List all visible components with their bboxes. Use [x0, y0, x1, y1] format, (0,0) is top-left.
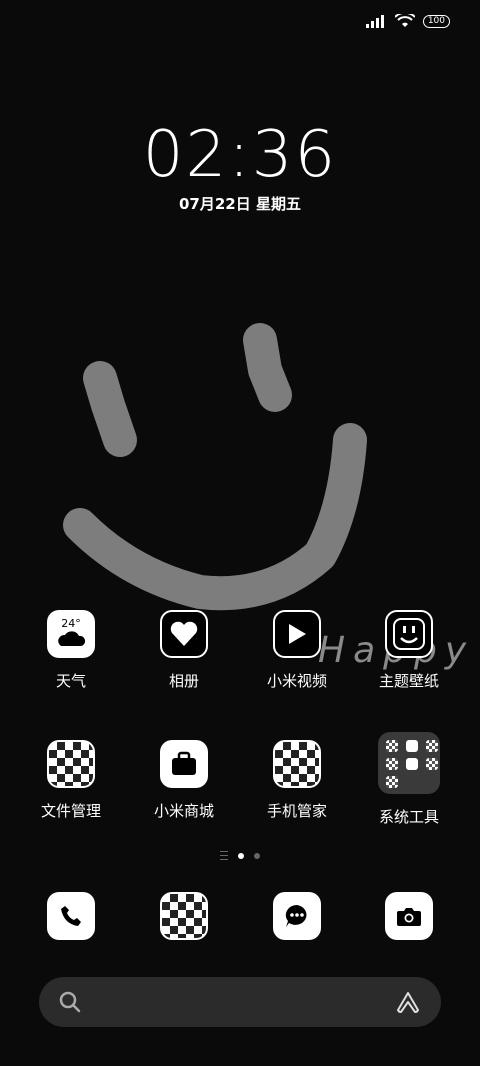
- tools-folder-icon: [378, 732, 440, 794]
- app-security[interactable]: 手机管家: [242, 740, 352, 821]
- camera-icon: [385, 892, 433, 940]
- app-video[interactable]: 小米视频: [242, 610, 352, 691]
- store-icon: [160, 740, 208, 788]
- app-themes[interactable]: 主题壁纸: [354, 610, 464, 691]
- search-bar[interactable]: [39, 977, 441, 1027]
- app-label: 主题壁纸: [378, 672, 439, 690]
- video-icon: [273, 610, 321, 658]
- app-label: 小米视频: [266, 672, 327, 690]
- dock-messages[interactable]: [242, 892, 352, 940]
- page-dot-active[interactable]: [238, 852, 244, 859]
- dock-browser[interactable]: [129, 892, 239, 940]
- app-store[interactable]: 小米商城: [129, 740, 239, 821]
- assistant-icon[interactable]: [395, 990, 421, 1014]
- page-dot[interactable]: [254, 852, 260, 859]
- app-file-manager[interactable]: 文件管理: [16, 740, 126, 821]
- phone-icon: [47, 892, 95, 940]
- app-label: 天气: [55, 672, 86, 690]
- dock-phone[interactable]: [16, 892, 126, 940]
- app-label: 相册: [168, 672, 199, 690]
- app-label: 系统工具: [378, 808, 439, 826]
- security-icon: [273, 740, 321, 788]
- app-tools-folder[interactable]: 系统工具: [354, 732, 464, 827]
- messages-icon: [273, 892, 321, 940]
- pages-menu-icon[interactable]: [220, 851, 228, 860]
- browser-icon: [160, 892, 208, 940]
- app-label: 手机管家: [266, 802, 327, 820]
- app-gallery[interactable]: 相册: [129, 610, 239, 691]
- smiley-wallpaper: [63, 323, 367, 611]
- app-label: 小米商城: [153, 802, 214, 820]
- themes-icon: [385, 610, 433, 658]
- weather-icon: 24°: [47, 610, 95, 658]
- search-icon[interactable]: [59, 991, 81, 1013]
- file-manager-icon: [47, 740, 95, 788]
- page-indicator[interactable]: [0, 851, 480, 860]
- app-weather[interactable]: 24° 天气: [16, 610, 126, 691]
- dock-camera[interactable]: [354, 892, 464, 940]
- gallery-icon: [160, 610, 208, 658]
- app-label: 文件管理: [40, 802, 101, 820]
- weather-temp: 24°: [61, 617, 81, 630]
